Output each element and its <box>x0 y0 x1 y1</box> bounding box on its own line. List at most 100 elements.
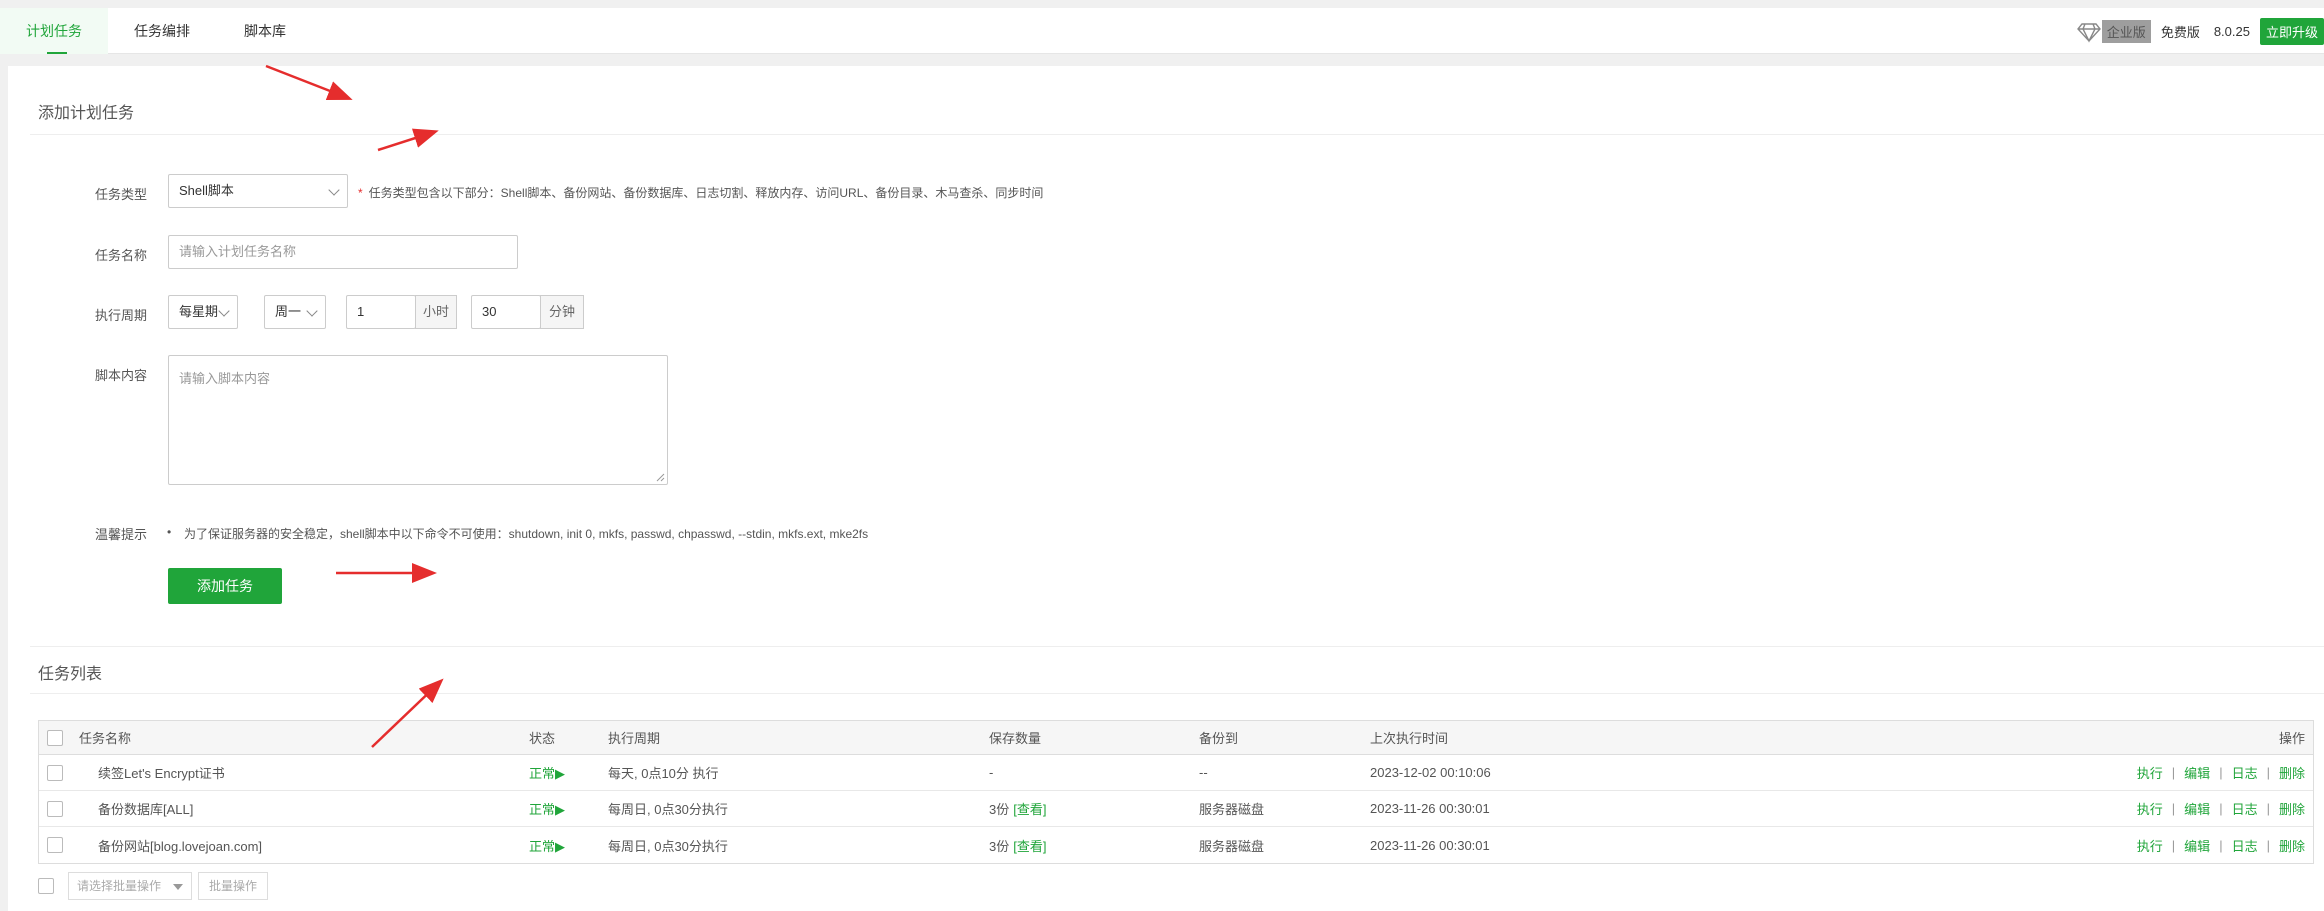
log-link[interactable]: 日志 <box>2232 836 2258 855</box>
minute-value: 30 <box>482 304 497 319</box>
run-link[interactable]: 执行 <box>2137 799 2163 818</box>
status-toggle[interactable]: 正常▶ <box>529 755 565 790</box>
run-link[interactable]: 执行 <box>2137 836 2163 855</box>
tip-bullet: • <box>167 525 172 539</box>
keep-count: 3份 [查看] <box>989 791 1046 826</box>
task-type-value: Shell脚本 <box>179 183 234 198</box>
edit-link[interactable]: 编辑 <box>2184 836 2210 855</box>
task-name-label: 任务名称 <box>95 248 148 263</box>
task-name: 备份网站[blog.lovejoan.com] <box>98 838 263 854</box>
chevron-down-icon <box>328 184 340 196</box>
resize-handle-icon[interactable] <box>656 473 665 482</box>
add-task-button[interactable]: 添加任务 <box>168 568 282 604</box>
backup-target: 服务器磁盘 <box>1199 838 1265 854</box>
separator: | <box>2171 837 2176 853</box>
chevron-down-icon <box>306 305 318 317</box>
row-checkbox[interactable] <box>47 837 63 853</box>
separator: | <box>2266 765 2270 780</box>
keep-count: - <box>989 755 997 790</box>
backup-target: -- <box>1199 765 1208 780</box>
edit-link[interactable]: 编辑 <box>2184 763 2210 782</box>
required-star: * <box>358 186 363 200</box>
task-type-label: 任务类型 <box>95 187 148 202</box>
table-header: 任务名称 状态 执行周期 保存数量 备份到 上次执行时间 操作 <box>39 721 2313 755</box>
divider <box>30 646 2324 647</box>
last-run-time: 2023-11-26 00:30:01 <box>1370 837 1490 853</box>
header-period: 执行周期 <box>608 731 661 746</box>
header-name: 任务名称 <box>79 731 132 746</box>
version-info: 企业版 免费版 8.0.25 立即升级 <box>2076 8 2324 54</box>
task-type-hint: * 任务类型包含以下部分：Shell脚本、备份网站、备份数据库、日志切割、释放内存… <box>358 184 1043 201</box>
task-period: 每天, 0点10分 执行 <box>608 766 719 781</box>
minute-unit: 分钟 <box>540 295 584 329</box>
table-row: 备份网站[blog.lovejoan.com] 正常▶ 每周日, 0点30分执行… <box>39 827 2313 863</box>
caret-down-icon <box>173 884 183 890</box>
edit-link[interactable]: 编辑 <box>2184 799 2210 818</box>
weekday-select[interactable]: 周一 <box>264 295 326 329</box>
row-actions: 执行 | 编辑 | 日志 | 删除 <box>2137 755 2305 790</box>
hour-value: 1 <box>357 304 365 319</box>
separator: | <box>2219 837 2223 853</box>
batch-checkbox[interactable] <box>38 878 54 894</box>
tab-label: 计划任务 <box>26 23 82 39</box>
script-placeholder: 请输入脚本内容 <box>179 371 271 386</box>
period-select[interactable]: 每星期 <box>168 295 238 329</box>
log-link[interactable]: 日志 <box>2232 799 2258 818</box>
select-all-checkbox[interactable] <box>47 721 63 754</box>
header-status: 状态 <box>529 731 556 746</box>
keep-value: 3份 <box>989 802 1010 817</box>
table-row: 续签Let's Encrypt证书 正常▶ 每天, 0点10分 执行 - -- … <box>39 755 2313 791</box>
script-textarea[interactable]: 请输入脚本内容 <box>168 355 668 485</box>
period-value: 每星期 <box>179 304 219 319</box>
run-link[interactable]: 执行 <box>2137 763 2163 782</box>
active-tab-indicator <box>47 52 67 54</box>
task-name: 续签Let's Encrypt证书 <box>98 766 225 781</box>
row-checkbox[interactable] <box>47 764 63 781</box>
separator: | <box>2219 801 2223 816</box>
separator: | <box>2219 765 2223 780</box>
top-tab-bar: 计划任务 任务编排 脚本库 企业版 免费版 8.0.25 立即升级 <box>0 8 2324 54</box>
hour-input[interactable]: 1 <box>346 295 416 329</box>
task-period: 每周日, 0点30分执行 <box>608 838 728 854</box>
row-checkbox[interactable] <box>47 800 63 817</box>
weekday-value: 周一 <box>275 304 302 319</box>
tab-script-library[interactable]: 脚本库 <box>240 8 290 54</box>
header-backup-to: 备份到 <box>1199 731 1239 746</box>
tab-task-orchestration[interactable]: 任务编排 <box>128 8 196 54</box>
keep-value: 3份 <box>989 838 1010 854</box>
delete-link[interactable]: 删除 <box>2279 799 2305 818</box>
separator: | <box>2266 801 2270 816</box>
minute-input[interactable]: 30 <box>471 295 541 329</box>
batch-bar: 请选择批量操作 批量操作 <box>38 872 269 900</box>
table-row: 备份数据库[ALL] 正常▶ 每周日, 0点30分执行 3份 [查看] 服务器磁… <box>39 791 2313 827</box>
view-backups-link[interactable]: [查看] <box>1013 799 1046 818</box>
task-type-select[interactable]: Shell脚本 <box>168 174 348 208</box>
status-toggle[interactable]: 正常▶ <box>529 827 565 863</box>
separator: | <box>2171 801 2176 816</box>
view-backups-link[interactable]: [查看] <box>1013 836 1046 855</box>
chevron-down-icon <box>218 305 230 317</box>
batch-button[interactable]: 批量操作 <box>198 872 269 900</box>
batch-placeholder: 请选择批量操作 <box>77 879 162 893</box>
hour-unit: 小时 <box>415 295 457 329</box>
checkbox[interactable] <box>47 729 63 746</box>
upgrade-button[interactable]: 立即升级 <box>2259 17 2324 45</box>
keep-value: - <box>989 765 994 780</box>
separator: | <box>2171 765 2176 780</box>
task-period: 每周日, 0点30分执行 <box>608 802 728 817</box>
tab-scheduled-tasks[interactable]: 计划任务 <box>0 8 108 54</box>
delete-link[interactable]: 删除 <box>2279 836 2305 855</box>
status-toggle[interactable]: 正常▶ <box>529 791 565 826</box>
tab-label: 任务编排 <box>134 23 190 39</box>
log-link[interactable]: 日志 <box>2232 763 2258 782</box>
separator: | <box>2266 837 2270 853</box>
batch-select[interactable]: 请选择批量操作 <box>68 872 192 900</box>
edition-text: 免费版 <box>2160 24 2200 40</box>
tip-label: 温馨提示 <box>95 527 148 542</box>
script-label: 脚本内容 <box>95 368 148 383</box>
add-task-title: 添加计划任务 <box>38 105 135 122</box>
delete-link[interactable]: 删除 <box>2279 763 2305 782</box>
tab-label: 脚本库 <box>244 23 286 39</box>
enterprise-badge[interactable]: 企业版 <box>2101 19 2151 43</box>
task-name-input[interactable]: 请输入计划任务名称 <box>168 235 518 269</box>
